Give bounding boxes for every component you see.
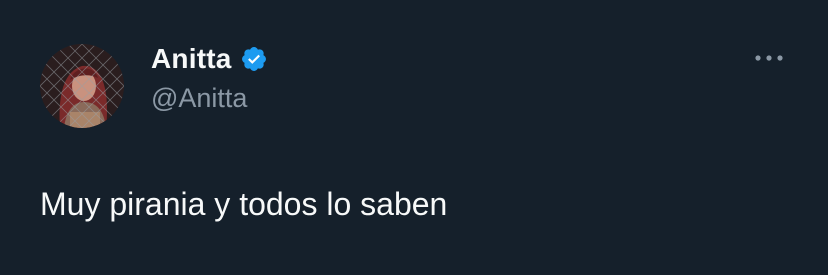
avatar-image [40,44,124,128]
author-display-name[interactable]: Anitta [151,43,232,75]
author-name-row: Anitta [151,42,268,76]
tweet-card: Anitta @Anitta Muy pirania y todos lo sa… [0,0,828,275]
avatar[interactable] [40,44,124,128]
author-handle[interactable]: @Anitta [151,83,247,114]
verified-badge-icon [240,45,268,73]
tweet-text: Muy pirania y todos lo saben [40,186,448,222]
more-horizontal-icon[interactable] [752,48,786,68]
